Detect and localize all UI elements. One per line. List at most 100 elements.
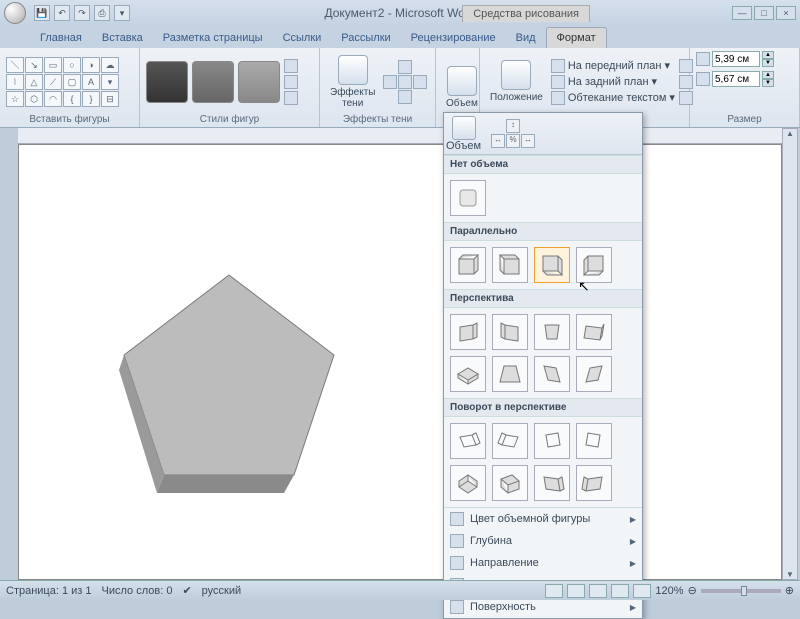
save-icon[interactable]: 💾 — [34, 5, 50, 21]
shape-rrect-icon[interactable]: ▢ — [63, 74, 81, 90]
preset-parallel-1[interactable] — [450, 247, 486, 283]
tab-insert[interactable]: Вставка — [92, 28, 153, 48]
preset-parallel-4[interactable] — [576, 247, 612, 283]
preset-rot-4[interactable] — [576, 423, 612, 459]
minimize-button[interactable]: — — [732, 6, 752, 20]
tab-mailings[interactable]: Рассылки — [331, 28, 400, 48]
fill-icon[interactable] — [284, 59, 298, 73]
height-down-icon[interactable]: ▼ — [762, 59, 774, 67]
change-shape-icon[interactable] — [284, 91, 298, 105]
print-icon[interactable]: ⎙ — [94, 5, 110, 21]
preset-rot-5[interactable] — [450, 465, 486, 501]
tab-references[interactable]: Ссылки — [273, 28, 332, 48]
tab-home[interactable]: Главная — [30, 28, 92, 48]
tilt-right-icon[interactable]: ↔ — [521, 134, 535, 148]
shape-brace2-icon[interactable]: } — [82, 91, 100, 107]
redo-icon[interactable]: ↷ — [74, 5, 90, 21]
send-back-button[interactable]: На задний план▾ — [551, 75, 675, 89]
shape-text-icon[interactable]: A — [82, 74, 100, 90]
preset-persp-6[interactable] — [492, 356, 528, 392]
preset-persp-8[interactable] — [576, 356, 612, 392]
preset-persp-7[interactable] — [534, 356, 570, 392]
preset-persp-5[interactable] — [450, 356, 486, 392]
vertical-scrollbar[interactable] — [782, 128, 798, 580]
preset-persp-4[interactable] — [576, 314, 612, 350]
status-zoom[interactable]: 120% — [655, 585, 683, 597]
preset-rot-2[interactable] — [492, 423, 528, 459]
shape-hex-icon[interactable]: ⬡ — [25, 91, 43, 107]
preset-none[interactable] — [450, 180, 486, 216]
nudge-up-icon[interactable] — [398, 60, 412, 74]
status-language[interactable]: русский — [202, 585, 241, 597]
shadow-effects-button[interactable]: Эффекты тени — [326, 53, 379, 111]
zoom-out-icon[interactable]: ⊖ — [688, 584, 697, 597]
undo-icon[interactable]: ↶ — [54, 5, 70, 21]
restore-button[interactable]: □ — [754, 6, 774, 20]
outline-icon[interactable] — [284, 75, 298, 89]
bring-front-button[interactable]: На передний план▾ — [551, 59, 675, 73]
width-input[interactable] — [712, 71, 760, 87]
shape-poly-icon[interactable]: △ — [25, 74, 43, 90]
shape-arc-icon[interactable]: ◠ — [44, 91, 62, 107]
preset-persp-2[interactable] — [492, 314, 528, 350]
preset-parallel-3[interactable] — [534, 247, 570, 283]
document-canvas[interactable] — [18, 144, 782, 580]
preset-rot-8[interactable] — [576, 465, 612, 501]
width-spinner[interactable]: ▲▼ — [696, 71, 774, 87]
preset-parallel-2[interactable] — [492, 247, 528, 283]
shape-brace-icon[interactable]: { — [63, 91, 81, 107]
shape-curve-icon[interactable]: ⦚ — [6, 74, 24, 90]
status-proofing-icon[interactable]: ✔ — [182, 584, 191, 597]
preset-rot-6[interactable] — [492, 465, 528, 501]
view-draft-icon[interactable] — [633, 584, 651, 598]
style-preset-1[interactable] — [146, 61, 188, 103]
qat-dropdown-icon[interactable]: ▾ — [114, 5, 130, 21]
pentagon-shape[interactable] — [109, 265, 349, 505]
width-down-icon[interactable]: ▼ — [762, 79, 774, 87]
tab-layout[interactable]: Разметка страницы — [153, 28, 273, 48]
text-wrap-button[interactable]: Обтекание текстом▾ — [551, 91, 675, 105]
height-up-icon[interactable]: ▲ — [762, 51, 774, 59]
preset-persp-1[interactable] — [450, 314, 486, 350]
shape-free-icon[interactable]: ⟋ — [44, 74, 62, 90]
view-print-layout-icon[interactable] — [545, 584, 563, 598]
close-button[interactable]: × — [776, 6, 796, 20]
width-up-icon[interactable]: ▲ — [762, 71, 774, 79]
status-page[interactable]: Страница: 1 из 1 — [6, 585, 92, 597]
height-spinner[interactable]: ▲▼ — [696, 51, 774, 67]
menu-depth[interactable]: Глубина▶ — [444, 530, 642, 552]
shape-star-icon[interactable]: ☆ — [6, 91, 24, 107]
nudge-center-icon[interactable] — [398, 75, 412, 89]
preset-rot-3[interactable] — [534, 423, 570, 459]
zoom-slider[interactable] — [701, 589, 781, 593]
height-input[interactable] — [712, 51, 760, 67]
preset-persp-3[interactable] — [534, 314, 570, 350]
shape-arrow-icon[interactable]: ↘ — [25, 57, 43, 73]
zoom-in-icon[interactable]: ⊕ — [785, 584, 794, 597]
nudge-down-icon[interactable] — [398, 90, 412, 104]
tab-format[interactable]: Формат — [546, 27, 607, 48]
menu-3d-color[interactable]: Цвет объемной фигуры▶ — [444, 508, 642, 530]
preset-rot-1[interactable] — [450, 423, 486, 459]
tab-view[interactable]: Вид — [506, 28, 546, 48]
tilt-up-icon[interactable]: ↕ — [506, 119, 520, 133]
nudge-left-icon[interactable] — [383, 75, 397, 89]
status-words[interactable]: Число слов: 0 — [102, 585, 173, 597]
view-web-icon[interactable] — [589, 584, 607, 598]
popup-volume-button[interactable]: Объем — [446, 116, 481, 152]
shape-oval-icon[interactable]: ○ — [63, 57, 81, 73]
position-button[interactable]: Положение — [486, 58, 547, 105]
shape-more-icon[interactable]: ▾ — [101, 74, 119, 90]
shape-line-icon[interactable]: ＼ — [6, 57, 24, 73]
style-preset-2[interactable] — [192, 61, 234, 103]
shape-cloud-icon[interactable]: ☁ — [101, 57, 119, 73]
view-outline-icon[interactable] — [611, 584, 629, 598]
shape-expand-icon[interactable]: ⊟ — [101, 91, 119, 107]
tilt-center-icon[interactable]: % — [506, 134, 520, 148]
nudge-right-icon[interactable] — [413, 75, 427, 89]
tab-review[interactable]: Рецензирование — [401, 28, 506, 48]
shape-rect-icon[interactable]: ▭ — [44, 57, 62, 73]
menu-direction[interactable]: Направление▶ — [444, 552, 642, 574]
shape-callout-icon[interactable]: ◑ — [82, 57, 100, 73]
view-fullscreen-icon[interactable] — [567, 584, 585, 598]
